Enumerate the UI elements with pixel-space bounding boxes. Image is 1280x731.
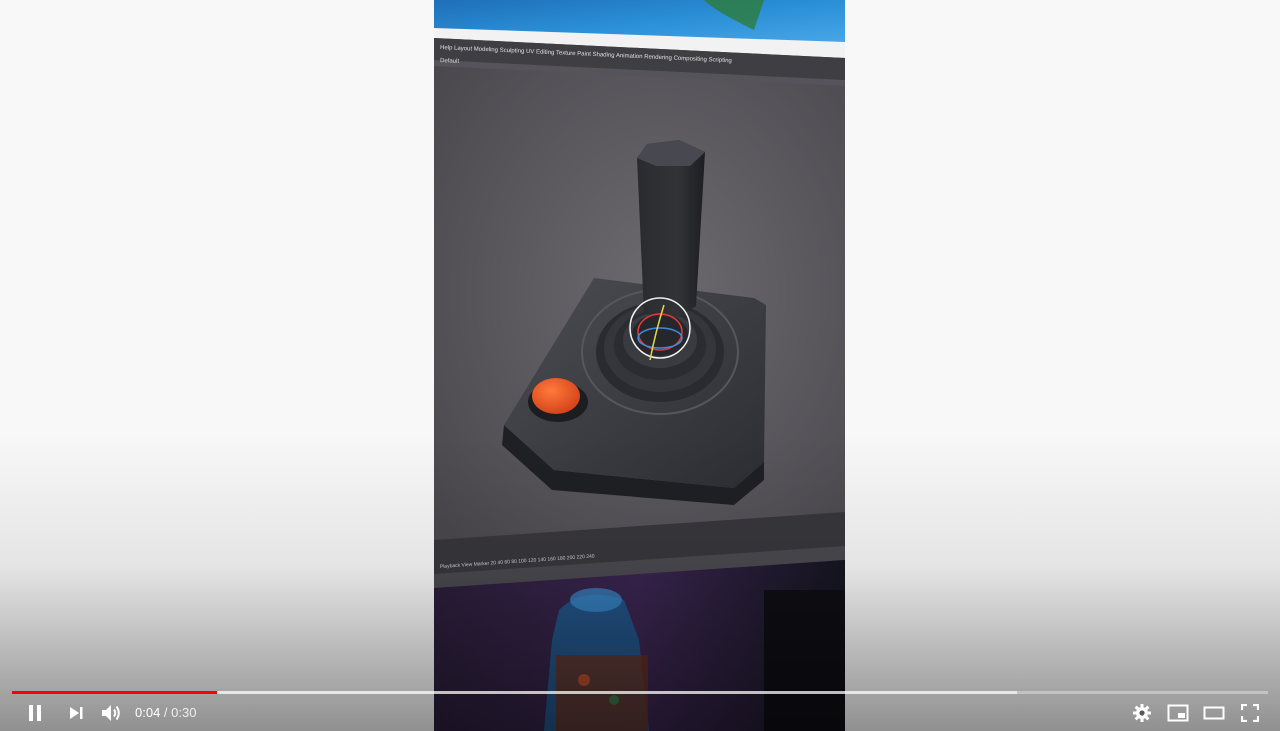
next-button[interactable] [61, 698, 91, 728]
progress-played [12, 691, 217, 694]
time-separator: / [160, 705, 172, 720]
theater-mode-button[interactable] [1199, 698, 1229, 728]
time-current: 0:04 [135, 705, 161, 720]
pause-button[interactable] [20, 698, 50, 728]
pause-icon [29, 705, 41, 721]
progress-bar[interactable] [12, 691, 1268, 694]
time-duration: 0:30 [171, 705, 197, 720]
miniplayer-icon [1167, 704, 1189, 722]
volume-icon [102, 705, 120, 721]
theater-mode-icon [1203, 706, 1225, 720]
next-icon [70, 707, 83, 719]
settings-button[interactable] [1127, 698, 1157, 728]
video-frame[interactable]: Help Layout Modeling Sculpting UV Editin… [434, 0, 845, 731]
fullscreen-button[interactable] [1235, 698, 1265, 728]
volume-button[interactable] [96, 698, 126, 728]
svg-text:Default: Default [440, 58, 460, 65]
video-player[interactable]: Help Layout Modeling Sculpting UV Editin… [0, 0, 1280, 731]
time-display: 0:04 / 0:30 [135, 703, 196, 723]
miniplayer-button[interactable] [1163, 698, 1193, 728]
settings-gear-icon [1133, 704, 1151, 722]
video-content-joystick-render: Help Layout Modeling Sculpting UV Editin… [434, 0, 845, 731]
fullscreen-icon [1241, 704, 1259, 722]
